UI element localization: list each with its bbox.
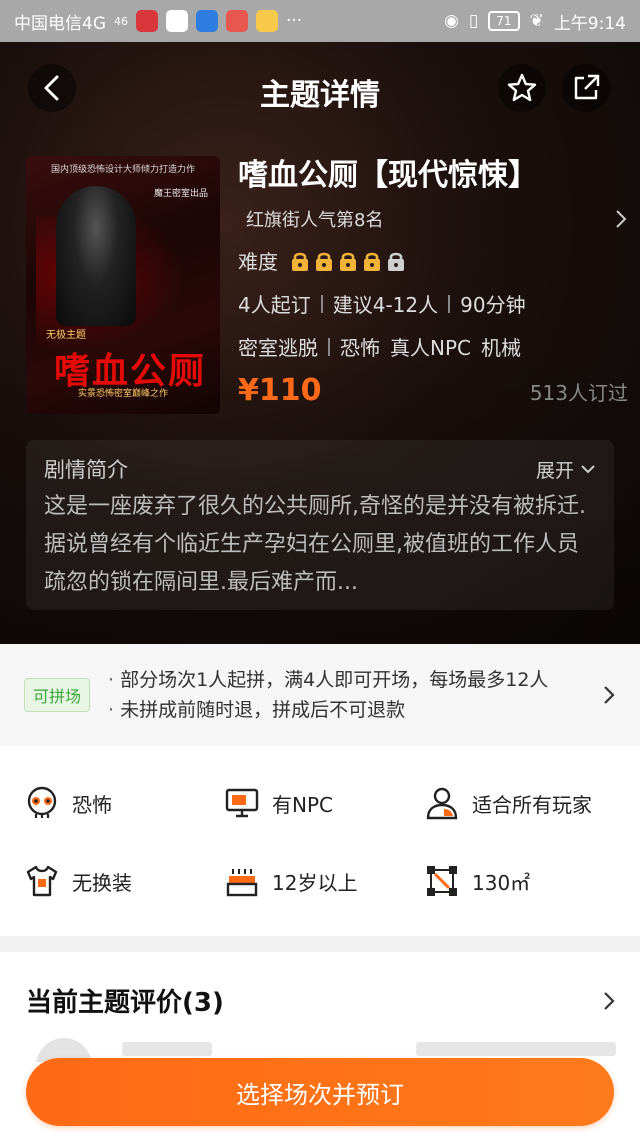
poster-theme-tag: 无极主题 — [46, 330, 86, 341]
share-icon — [574, 74, 600, 100]
chevron-right-icon — [616, 210, 627, 228]
expand-label: 展开 — [535, 459, 574, 482]
tag-escape-room: 密室逃脱 — [238, 336, 318, 360]
feature-no-costume: 无换装 — [24, 863, 224, 899]
shirt-icon — [26, 865, 58, 897]
battery-indicator: 71 — [488, 11, 520, 31]
skull-icon — [27, 786, 57, 818]
theme-tags: 密室逃脱 恐怖 真人NPC 机械 — [238, 332, 628, 361]
theme-name: 嗜血公厕【现代惊悚】 — [238, 158, 538, 193]
monitor-person-icon — [225, 788, 259, 818]
plot-title: 剧情简介 — [44, 458, 128, 482]
poster-top-caption: 国内顶级恐怖设计大师倾力打造力作 — [50, 165, 195, 175]
feature-grid: 恐怖 有NPC 适合所有玩家 无换装 12岁以上 130㎡ — [0, 746, 640, 936]
plot-summary: 剧情简介 展开 这是一座废弃了很久的公共厕所,奇怪的是并没有被拆迁. 据说曾经有… — [26, 440, 614, 610]
group-booking-badge: 可拼场 — [24, 678, 91, 712]
lock-filled-icon — [316, 252, 332, 271]
feature-age-label: 12岁以上 — [272, 870, 358, 895]
feature-npc-label: 有NPC — [272, 792, 333, 817]
divider — [320, 294, 323, 313]
more-icon: ··· — [286, 11, 303, 31]
feature-all-players: 适合所有玩家 — [424, 785, 592, 821]
globe-app-icon — [196, 10, 218, 32]
clock-label: 上午9:14 — [553, 13, 626, 34]
group-booking-banner[interactable]: 可拼场 部分场次1人起拼，满4人即可开场，每场最多12人 未拼成前随时退，拼成后… — [0, 644, 640, 746]
group-booking-text: 部分场次1人起拼，满4人即可开场，每场最多12人 未拼成前随时退，拼成后不可退款 — [108, 665, 548, 725]
meta-min-players: 4人起订 — [238, 293, 311, 317]
reviews-title: 当前主题评价(3) — [26, 988, 224, 1018]
group-booking-line-1: 部分场次1人起拼，满4人即可开场，每场最多12人 — [108, 665, 548, 695]
feature-area: 130㎡ — [424, 863, 530, 899]
theme-info: 嗜血公厕【现代惊悚】 红旗街人气第8名 难度 4人起订 建议4-12人 90分钟… — [238, 156, 628, 408]
feature-horror-label: 恐怖 — [72, 792, 112, 817]
chevron-down-icon — [581, 465, 595, 474]
chat-app-icon — [256, 10, 278, 32]
select-session-button[interactable]: 选择场次并预订 — [26, 1058, 614, 1126]
poster-studio: 魔王密室出品 — [153, 189, 208, 199]
group-booking-line-2: 未拼成前随时退，拼成后不可退款 — [108, 695, 548, 725]
person-icon — [426, 787, 458, 820]
cake-icon — [226, 869, 258, 897]
feature-area-label: 130㎡ — [472, 870, 531, 895]
poster-subtitle: 实景恐怖密室巅峰之作 — [77, 389, 168, 399]
review-author-placeholder — [122, 1042, 212, 1056]
difficulty-label: 难度 — [238, 250, 278, 274]
lock-filled-icon — [364, 252, 380, 271]
divider — [448, 294, 451, 313]
price-row: ¥110 513人订过 — [238, 373, 628, 408]
chevron-right-icon — [604, 991, 615, 1010]
share-button[interactable] — [562, 64, 610, 112]
theme-poster[interactable]: 国内顶级恐怖设计大师倾力打造力作 魔王密室出品 无极主题 嗜血公厕 实景恐怖密室… — [26, 156, 220, 414]
poster-ghost-figure — [56, 186, 136, 326]
theme-rank: 红旗街人气第8名 — [246, 210, 384, 231]
theme-meta: 4人起订 建议4-12人 90分钟 — [238, 289, 628, 318]
expand-button[interactable]: 展开 — [536, 456, 596, 483]
theme-hero: 主题详情 国内顶级恐怖设计大师倾力打造力作 魔王密室出品 无极主题 嗜血公厕 实… — [0, 42, 640, 644]
booked-count: 513人订过 — [529, 381, 628, 405]
price: ¥110 — [238, 373, 322, 408]
browser-app-icon — [166, 10, 188, 32]
tag-mechanical: 机械 — [481, 336, 521, 360]
lock-filled-icon — [340, 252, 356, 271]
difficulty-row: 难度 — [238, 246, 628, 275]
vibrate-icon: ▯ — [468, 11, 479, 31]
status-bar: 中国电信4G 46 ··· ◉ ▯ 71 ❦ 上午9:14 — [0, 0, 640, 42]
difficulty-locks — [290, 250, 406, 272]
meta-duration: 90分钟 — [460, 293, 526, 317]
area-icon — [427, 866, 457, 896]
reviews-header[interactable]: 当前主题评价(3) — [0, 952, 640, 1019]
feature-all-players-label: 适合所有玩家 — [472, 792, 592, 817]
feature-horror: 恐怖 — [24, 785, 224, 821]
feature-age: 12岁以上 — [224, 863, 424, 899]
review-date-placeholder — [416, 1042, 616, 1056]
feature-npc: 有NPC — [224, 785, 424, 821]
plot-text: 这是一座废弃了很久的公共厕所,奇怪的是并没有被拆迁. 据说曾经有个临近生产孕妇在… — [44, 494, 586, 595]
chevron-right-icon — [604, 686, 615, 704]
mic-app-icon — [136, 10, 158, 32]
feature-no-costume-label: 无换装 — [72, 870, 132, 895]
tag-horror: 恐怖 — [340, 336, 380, 360]
lock-filled-icon — [292, 252, 308, 271]
tag-npc: 真人NPC — [390, 336, 471, 360]
favorite-button[interactable] — [498, 64, 546, 112]
signal-label: 46 — [114, 14, 128, 28]
lock-empty-icon — [388, 252, 404, 271]
eye-icon: ◉ — [444, 11, 459, 31]
divider — [328, 337, 330, 356]
leaf-icon: ❦ — [529, 11, 544, 31]
store-app-icon — [226, 10, 248, 32]
carrier-label: 中国电信4G — [14, 13, 106, 34]
star-icon — [507, 73, 537, 102]
theme-rank-row[interactable]: 红旗街人气第8名 — [238, 206, 628, 232]
meta-suggested-players: 建议4-12人 — [332, 293, 439, 317]
